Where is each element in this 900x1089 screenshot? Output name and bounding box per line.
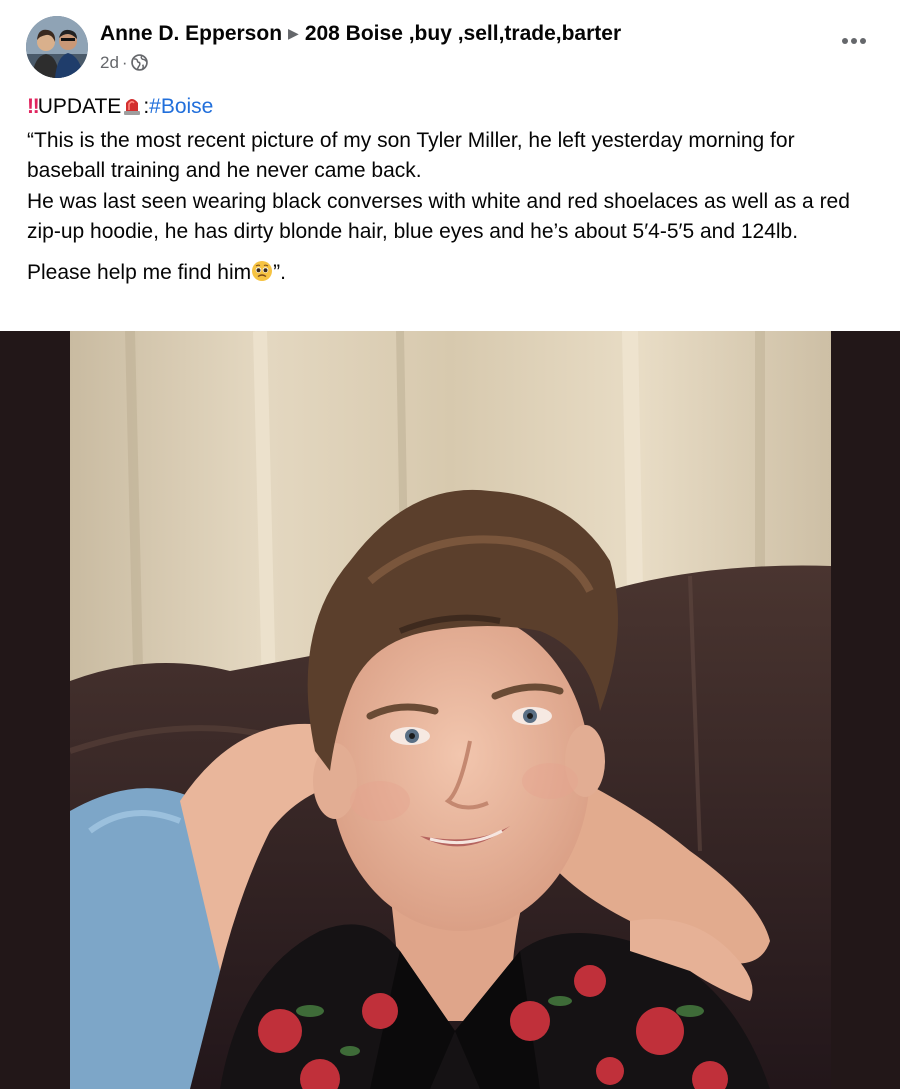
hashtag-link[interactable]: #Boise (149, 95, 213, 118)
more-options-button[interactable] (834, 26, 874, 56)
help-text: Please help me find him (27, 260, 252, 284)
update-line: ‼UPDATE :#Boise (27, 92, 877, 126)
more-options-icon (842, 38, 866, 44)
boy-photo-illustration (70, 331, 831, 1089)
arrow-right-icon: ▶ (288, 25, 299, 41)
post-meta: 2d · (100, 52, 148, 77)
post-photo-frame[interactable] (0, 331, 900, 1089)
post-body: ‼UPDATE :#Boise “This is the most recent… (27, 92, 877, 291)
body-paragraph-1: “This is the most recent picture of my s… (27, 128, 795, 183)
body-paragraph-2: He was last seen wearing black converses… (27, 189, 850, 244)
body-paragraph-3: Please help me find him ”. (27, 258, 877, 292)
meta-separator: · (121, 53, 128, 72)
author-name[interactable]: Anne D. Epperson (100, 22, 282, 45)
post-time[interactable]: 2d (100, 53, 119, 72)
pleading-face-icon (251, 260, 273, 292)
double-exclamation-icon: ‼ (27, 95, 40, 118)
group-name[interactable]: 208 Boise ,buy ,sell,trade,barter (305, 22, 621, 45)
author-line: Anne D. Epperson ▶ 208 Boise ,buy ,sell,tr… (100, 20, 621, 47)
globe-icon[interactable] (130, 54, 148, 77)
facebook-post: Anne D. Epperson ▶ 208 Boise ,buy ,sell,tr… (0, 0, 900, 1089)
avatar[interactable] (26, 16, 88, 78)
siren-icon (121, 94, 143, 126)
quote-end: ”. (273, 260, 286, 284)
post-photo[interactable] (70, 331, 831, 1089)
update-label: UPDATE (37, 95, 122, 118)
post-header: Anne D. Epperson ▶ 208 Boise ,buy ,sell,tr… (26, 16, 874, 78)
